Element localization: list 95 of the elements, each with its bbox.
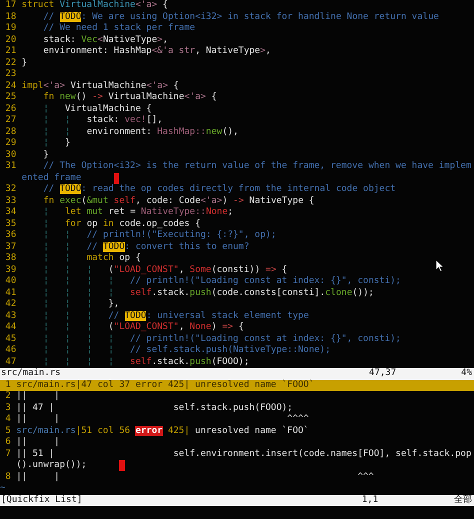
code-line: ¦ ¦ match op {	[42, 253, 141, 264]
quickfix-row[interactable]: 2 || |	[0, 391, 474, 402]
code-line: struct VirtualMachine<'a> {	[22, 0, 168, 12]
line-number: 38	[4, 253, 16, 264]
line-number: 1	[4, 380, 11, 391]
line-number: 30	[4, 150, 16, 161]
code-line: ¦ ¦ stack: vec![],	[42, 115, 163, 126]
line-number: 6	[4, 437, 11, 448]
line-number: 25	[4, 92, 16, 104]
line-number: 8	[4, 472, 11, 483]
line-number: 3	[4, 402, 11, 414]
line-number: 33	[4, 196, 16, 207]
line-number: 23	[4, 69, 16, 80]
line-number: 29	[4, 138, 16, 150]
code-line: fn exec(&mut self, code: Code<'a>) -> NativeType {	[42, 196, 314, 207]
code-line: ¦ ¦ ¦ ¦ // println!("Loading const at index: {}", consti);	[42, 276, 401, 288]
quickfix-row[interactable]: 8 || | ^^^	[0, 472, 474, 483]
code-line: }	[42, 150, 49, 161]
line-number: 37	[4, 242, 16, 253]
quickfix-text: || 51 | self.environment.insert(code.names[FOO], self.stack.pop	[16, 448, 472, 460]
quickfix-row[interactable]: ().unwrap());	[0, 460, 474, 472]
code-line: // The Option<i32> is the return value of the frame, remove when we have implem	[42, 161, 472, 172]
quickfix-row[interactable]: 6 || |	[0, 437, 474, 448]
line-number: 5	[4, 426, 11, 437]
code-line: ¦ VirtualMachine {	[42, 104, 152, 115]
quickfix-text: || | ^^^^	[16, 414, 309, 426]
code-line: ¦ ¦ environment: HashMap::new(),	[42, 126, 238, 138]
quickfix-row[interactable]: 1 src/main.rs|47 col 37 error 425| unresolved name `FOOO`	[0, 380, 474, 391]
quickfix-row[interactable]: 7 || 51 | self.environment.insert(code.names[FOO], self.stack.pop	[0, 448, 474, 460]
file-name: src/main.rs	[1, 368, 62, 380]
cursor-position: 47,37	[369, 368, 398, 380]
quickfix-text: src/main.rs|51 col 56 error 425| unresolved name `FOO`	[16, 426, 309, 437]
line-number: 35	[4, 218, 16, 230]
code-line: // We need 1 stack per frame	[42, 23, 196, 34]
line-number: 43	[4, 310, 16, 322]
line-number: 46	[4, 345, 16, 356]
quickfix-row[interactable]: 5 src/main.rs|51 col 56 error 425| unresolved name `FOO`	[0, 426, 474, 437]
line-number: 20	[4, 34, 16, 46]
scroll-percent: 4%	[461, 368, 472, 380]
quickfix-text: || 47 | self.stack.push(FOOO);	[16, 402, 293, 414]
line-number: 17	[4, 0, 16, 12]
code-line: }	[22, 58, 28, 69]
quickfix-text: ().unwrap());	[16, 460, 87, 472]
code-line: ¦ ¦ ¦ ¦ // println!("Loading const at index: {}", consti);	[42, 334, 401, 345]
quickfix-row[interactable]: 4 || | ^^^^	[0, 414, 474, 426]
code-line: ¦ ¦ // TODO: convert this to enum?	[42, 242, 250, 253]
code-line: ¦ ¦ ¦ ¦ self.stack.push(FOOO);	[42, 356, 250, 368]
code-line: ¦ ¦ ¦ ("LOAD_CONST", Some(consti)) => {	[42, 264, 288, 276]
mouse-pointer-icon	[436, 260, 444, 272]
error-marker	[114, 172, 120, 184]
line-number: 24	[4, 80, 16, 92]
code-line: ¦ for op in code.op_codes {	[42, 218, 201, 230]
line-number: 45	[4, 334, 16, 345]
code-line: ¦ ¦ ¦ },	[42, 299, 120, 310]
line-number: 40	[4, 276, 16, 288]
code-line: ¦ ¦ ¦ ("LOAD_CONST", None) => {	[42, 322, 244, 334]
line-number: 2	[4, 391, 11, 402]
code-line: fn new() -> VirtualMachine<'a> {	[42, 92, 217, 104]
quickfix-text: src/main.rs|47 col 37 error 425| unresolved name `FOOO`	[16, 380, 314, 391]
line-number: 34	[4, 207, 16, 218]
scroll-percent: 全部	[454, 494, 472, 506]
empty-line-tilde: ~	[0, 483, 6, 494]
file-name: [Quickfix List]	[1, 494, 84, 506]
line-number: 21	[4, 46, 16, 58]
quickfix-text: || |	[16, 391, 60, 402]
code-line: ¦ }	[42, 138, 70, 150]
cursor-position: 1,1	[362, 494, 380, 506]
code-line: stack: Vec<NativeType>,	[42, 34, 168, 46]
code-line: impl<'a> VirtualMachine<'a> {	[22, 80, 179, 92]
line-number: 41	[4, 288, 16, 299]
error-marker	[119, 460, 125, 471]
code-line: ented frame	[22, 172, 82, 184]
quickfix-text: || | ^^^	[16, 472, 374, 483]
line-number: 44	[4, 322, 16, 334]
code-line: environment: HashMap<&'a str, NativeType>,	[42, 46, 271, 58]
line-number: 22	[4, 58, 16, 69]
quickfix-row[interactable]: 3 || 47 | self.stack.push(FOOO);	[0, 402, 474, 414]
code-line: ¦ ¦ // println!("Executing: {:?}", op);	[42, 230, 276, 242]
code-line: ¦ ¦ ¦ ¦ self.stack.push(code.consts[consti].clone());	[42, 288, 374, 299]
line-number: 4	[4, 414, 11, 426]
line-number: 18	[4, 12, 16, 23]
line-number: 7	[4, 448, 11, 460]
line-number: 28	[4, 126, 16, 138]
line-number: 39	[4, 264, 16, 276]
code-line: ¦ let mut ret = NativeType::None;	[42, 207, 234, 218]
line-number: 47	[4, 356, 16, 368]
line-number: 32	[4, 184, 16, 196]
line-number: 26	[4, 104, 16, 115]
line-number: 42	[4, 299, 16, 310]
line-number: 19	[4, 23, 16, 34]
line-number: 27	[4, 115, 16, 126]
line-number: 31	[4, 161, 16, 172]
quickfix-text: || |	[16, 437, 60, 448]
code-line: ¦ ¦ ¦ ¦ // self.stack.push(NativeType::None);	[42, 345, 331, 356]
line-number: 36	[4, 230, 16, 242]
